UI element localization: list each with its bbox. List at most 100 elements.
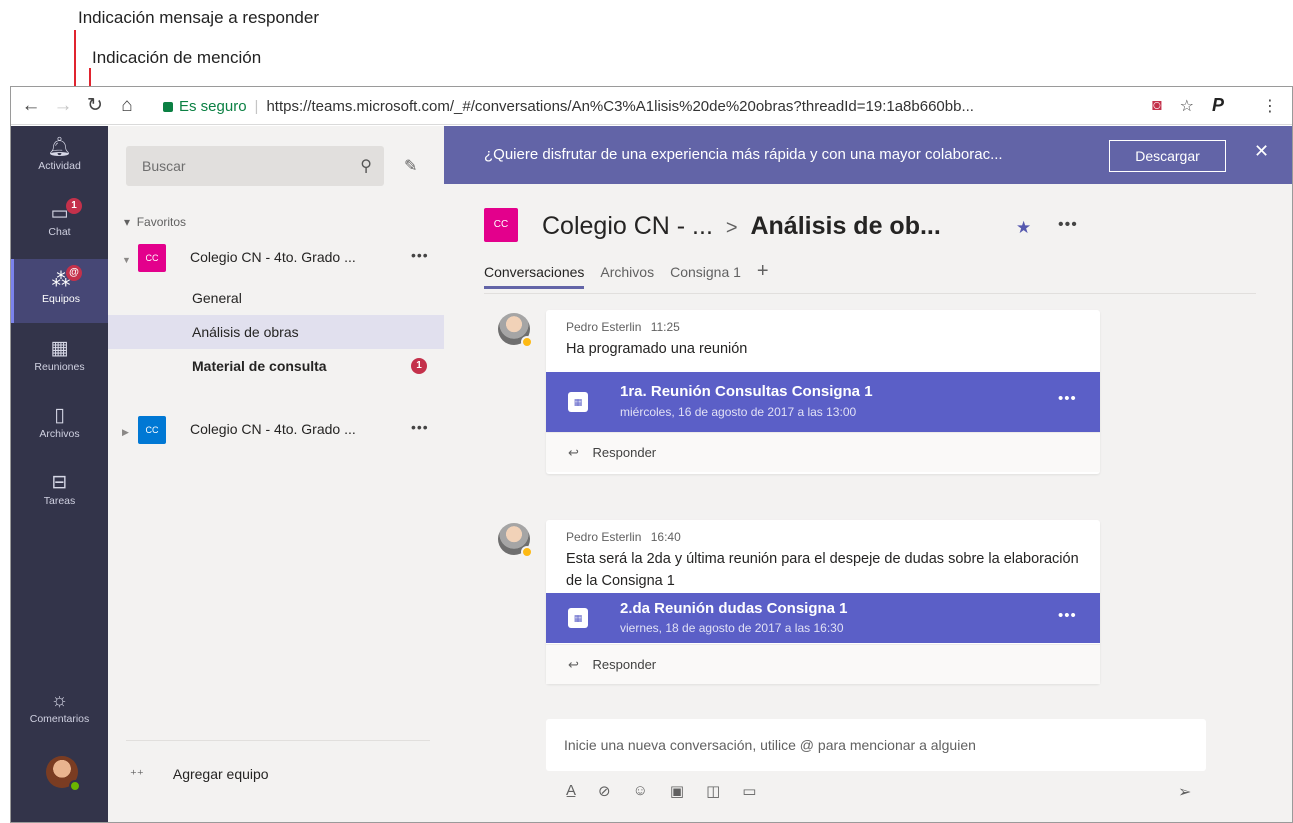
rail-item-reuniones[interactable]: ▦ Reuniones [11, 327, 108, 391]
forward-icon[interactable]: → [51, 95, 75, 117]
compose-message-input[interactable]: Inicie una nueva conversación, utilice @… [546, 719, 1206, 771]
team-item-1[interactable]: ▼ CC Colegio CN - 4to. Grado ... ••• [108, 239, 444, 283]
breadcrumb-team[interactable]: Colegio CN - ... [542, 212, 713, 240]
reply-indicator-annotation: Indicación mensaje a responder [78, 8, 319, 27]
send-icon[interactable]: ➢ [1178, 782, 1191, 802]
bell-icon: 🔔︎ [47, 137, 72, 158]
meeting-card[interactable]: ▦ 2.da Reunión dudas Consigna 1 viernes,… [546, 593, 1100, 643]
team-name-2: Colegio CN - 4to. Grado ... [190, 421, 356, 437]
lock-icon [163, 102, 173, 112]
tab-consigna-1[interactable]: Consigna 1 [670, 264, 741, 289]
reload-icon[interactable]: ↻ [83, 94, 107, 117]
rail-item-actividad[interactable]: 🔔︎ Actividad [11, 126, 108, 190]
rail-item-chat[interactable]: ▭ Chat 1 [11, 192, 108, 256]
rail-label-reuniones: Reuniones [34, 361, 85, 373]
sticker-icon[interactable]: ◫ [706, 782, 720, 800]
chat-unread-badge: 1 [66, 198, 82, 214]
expand-caret-icon[interactable]: ▶ [122, 427, 129, 438]
message-meta: Pedro Esterlin 11:25 [566, 320, 680, 334]
channel-label: Material de consulta [192, 358, 327, 374]
banner-text: ¿Quiere disfrutar de una experiencia más… [484, 146, 1003, 163]
address-bar: ← → ↻ ⌂ Es seguro | https://teams.micros… [11, 87, 1292, 125]
emoji-icon[interactable]: ☺ [633, 782, 648, 800]
breadcrumb-channel: Análisis de ob... [750, 212, 941, 240]
tasks-icon: ⊟ [51, 472, 68, 493]
tab-conversaciones[interactable]: Conversaciones [484, 264, 585, 289]
rail-label-comentarios: Comentarios [29, 713, 90, 725]
team-more-options-icon[interactable]: ••• [411, 419, 429, 435]
team-name-1: Colegio CN - 4to. Grado ... [190, 249, 356, 265]
page-title: Colegio CN - ... > Análisis de ob... [542, 212, 941, 241]
meet-now-icon[interactable]: ▭ [742, 782, 756, 800]
rail-item-comentarios[interactable]: ☼ Comentarios [11, 679, 108, 743]
download-button[interactable]: Descargar [1109, 140, 1226, 172]
home-icon[interactable]: ⌂ [115, 95, 139, 117]
format-icon[interactable]: A̲ [566, 782, 576, 800]
rail-label-equipos: Equipos [42, 293, 80, 305]
chat-icon: ▭ [50, 203, 69, 224]
favorites-header[interactable]: ▾ Favoritos [124, 215, 186, 229]
tab-archivos[interactable]: Archivos [600, 264, 654, 289]
meeting-title: 1ra. Reunión Consultas Consigna 1 [620, 383, 873, 400]
add-tab-icon[interactable]: + [757, 260, 769, 285]
search-input[interactable]: Buscar ⚲ [126, 146, 384, 186]
search-placeholder: Buscar [142, 158, 186, 174]
team-item-2[interactable]: ▶ CC Colegio CN - 4to. Grado ... ••• [108, 411, 444, 455]
collapse-caret-icon[interactable]: ▼ [122, 255, 131, 265]
channel-general[interactable]: General [108, 281, 444, 315]
channel-more-options-icon[interactable]: ••• [1058, 216, 1078, 234]
rail-label-archivos: Archivos [39, 428, 80, 440]
rail-label-actividad: Actividad [38, 160, 81, 172]
compose-toolbar: A̲ ⊘ ☺ ▣ ◫ ▭ [566, 782, 756, 800]
meeting-date: viernes, 18 de agosto de 2017 a las 16:3… [620, 621, 844, 635]
reply-arrow-icon: ↩ [568, 445, 579, 460]
app-rail: 🔔︎ Actividad ▭ Chat 1 ⁂ Equipos @ ▦ Reun… [11, 126, 108, 822]
lightbulb-icon: ☼ [50, 690, 69, 711]
channel-unread-badge: 1 [411, 358, 427, 374]
extension-icon[interactable]: ◙ [1152, 97, 1162, 115]
presence-away-icon [521, 546, 533, 558]
meeting-more-options-icon[interactable]: ••• [1058, 390, 1077, 407]
presence-away-icon [521, 336, 533, 348]
calendar-icon: ▦ [50, 338, 69, 359]
favorites-label: Favoritos [136, 215, 187, 229]
favorite-star-icon[interactable]: ★ [1016, 218, 1031, 238]
secure-label: Es seguro [179, 97, 247, 115]
rail-label-tareas: Tareas [43, 495, 76, 507]
calendar-icon: ▦ [568, 392, 588, 412]
search-icon[interactable]: ⚲ [360, 156, 372, 176]
reply-button[interactable]: ↩ Responder [546, 644, 1100, 684]
team-more-options-icon[interactable]: ••• [411, 247, 429, 263]
menu-dots-icon[interactable]: ⋮ [1262, 96, 1278, 116]
attach-icon[interactable]: ⊘ [598, 782, 611, 800]
close-icon[interactable]: ✕ [1254, 141, 1269, 162]
message-card: Pedro Esterlin 16:40 Esta será la 2da y … [546, 520, 1100, 684]
channel-material-de-consulta[interactable]: Material de consulta 1 [108, 349, 444, 383]
bookmark-star-icon[interactable]: ☆ [1180, 96, 1194, 116]
message-card: Pedro Esterlin 11:25 Ha programado una r… [546, 310, 1100, 474]
url-field[interactable]: Es seguro | https://teams.microsoft.com/… [163, 92, 1173, 120]
url-text: https://teams.microsoft.com/_#/conversat… [266, 97, 974, 115]
meeting-title: 2.da Reunión dudas Consigna 1 [620, 600, 848, 617]
meeting-more-options-icon[interactable]: ••• [1058, 607, 1077, 624]
calendar-icon: ▦ [568, 608, 588, 628]
gif-icon[interactable]: ▣ [670, 782, 684, 800]
message-time: 11:25 [650, 320, 680, 334]
add-team-label: Agregar equipo [172, 766, 269, 782]
browser-extensions: ◙ ☆ P ⋮ [1152, 95, 1278, 116]
presence-available-icon [69, 780, 81, 792]
extension-p-icon[interactable]: P [1212, 95, 1224, 116]
message-meta: Pedro Esterlin 16:40 [566, 530, 681, 544]
meeting-card[interactable]: ▦ 1ra. Reunión Consultas Consigna 1 miér… [546, 372, 1100, 432]
rail-item-equipos[interactable]: ⁂ Equipos @ [11, 259, 108, 323]
compose-icon[interactable]: ✎ [404, 156, 417, 176]
add-team-button[interactable]: ⁺⁺ Agregar equipo [130, 766, 269, 783]
reply-button[interactable]: ↩ Responder [546, 432, 1100, 472]
message-text: Ha programado una reunión [566, 341, 748, 357]
back-icon[interactable]: ← [19, 95, 43, 117]
download-banner: ¿Quiere disfrutar de una experiencia más… [444, 126, 1292, 184]
rail-item-tareas[interactable]: ⊟ Tareas [11, 461, 108, 525]
message-author: Pedro Esterlin [566, 530, 642, 544]
channel-analisis-de-obras[interactable]: Análisis de obras [108, 315, 444, 349]
rail-item-archivos[interactable]: ▯ Archivos [11, 394, 108, 458]
